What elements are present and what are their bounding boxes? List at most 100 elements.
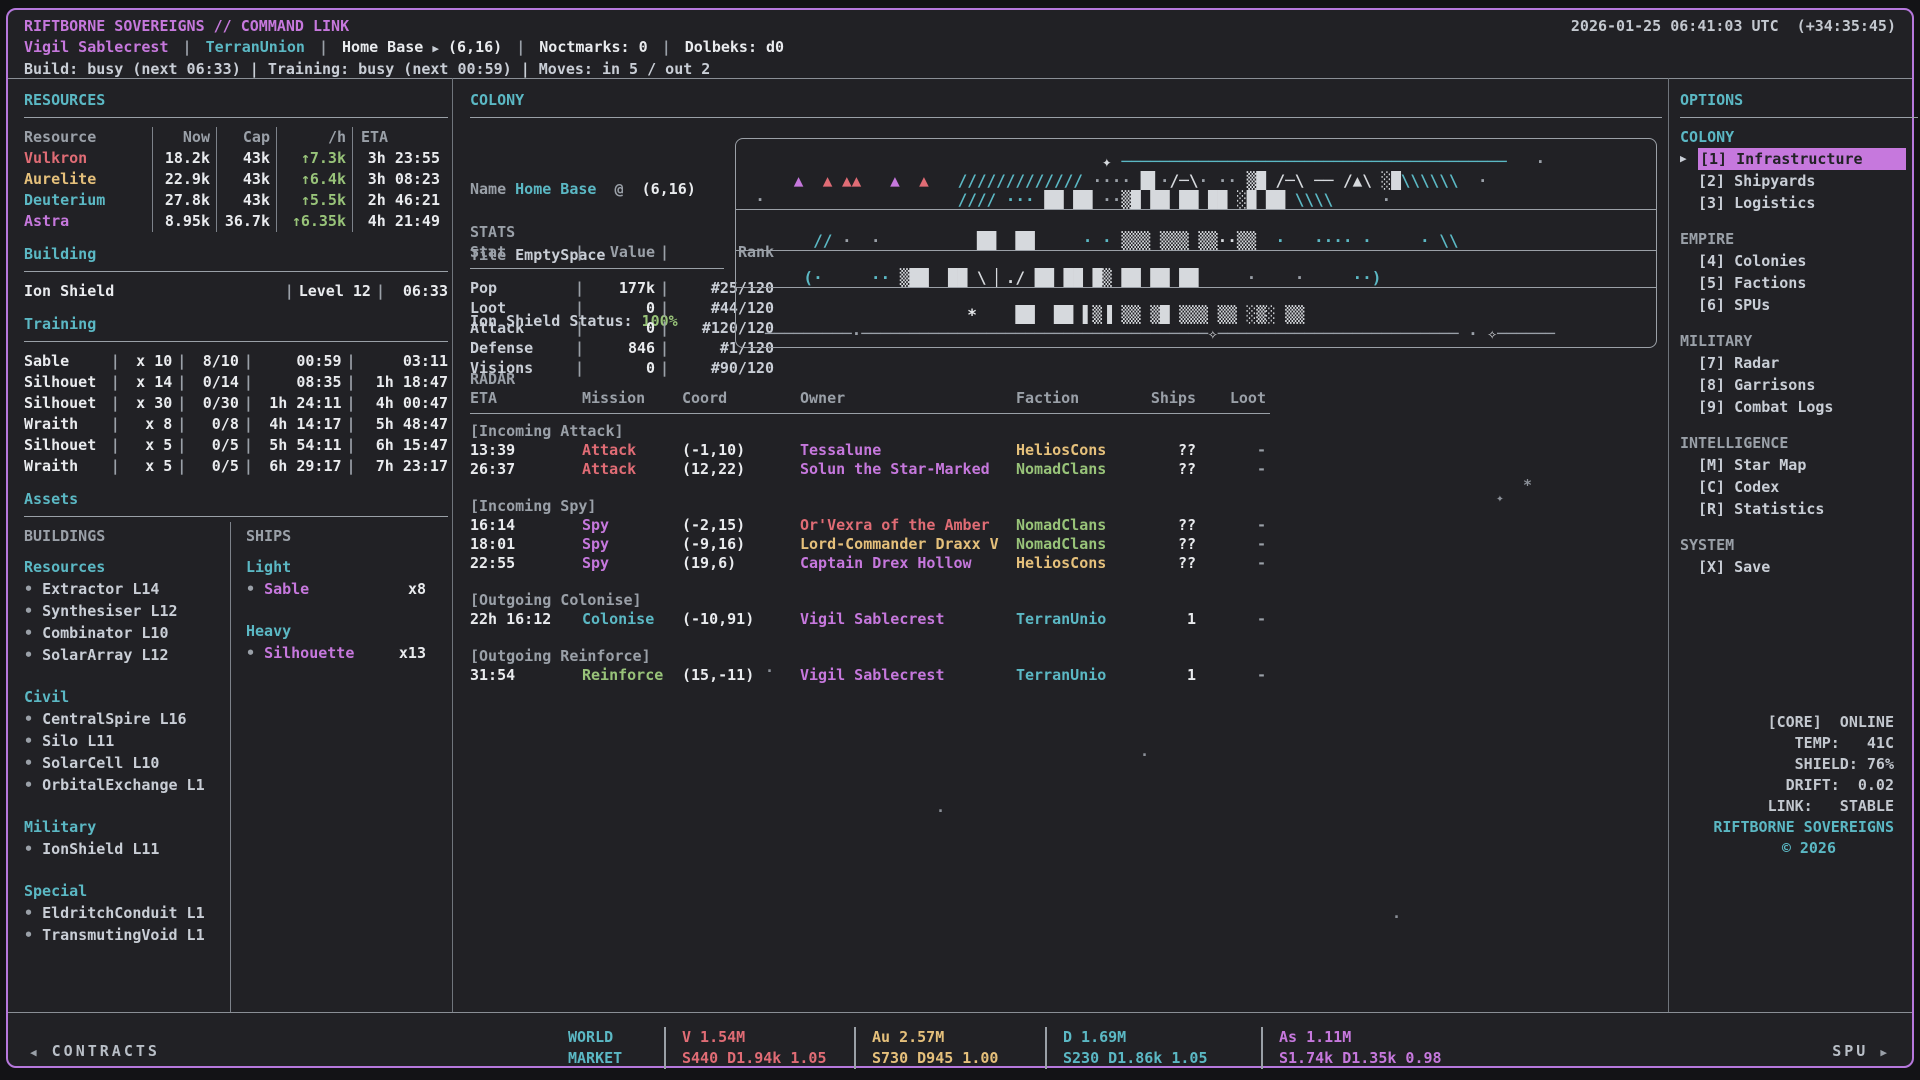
- loot: -: [1196, 610, 1266, 629]
- unit-total: 5h 48:47: [361, 414, 448, 435]
- building-item: EldritchConduit L1: [42, 904, 205, 922]
- unit-qty: x 30: [125, 393, 173, 414]
- market-title: WORLD MARKET: [568, 1027, 644, 1069]
- separator: |: [342, 351, 361, 372]
- bullet-icon: •: [24, 732, 33, 750]
- separator: |: [371, 281, 390, 302]
- menu-item-shipyards[interactable]: [2] Shipyards: [1680, 170, 1918, 192]
- spu-button[interactable]: SPU ▶: [1832, 1042, 1890, 1060]
- ship-count: x8: [408, 578, 426, 600]
- market-detail: S230 D1.86k 1.05: [1063, 1048, 1241, 1069]
- bullet-icon: •: [24, 624, 33, 642]
- group-header: SYSTEM: [1680, 535, 1918, 556]
- resource-cap: 43k: [216, 169, 276, 190]
- market-price: Au 2.57M: [872, 1027, 1025, 1048]
- loot: -: [1196, 666, 1266, 685]
- group-name: Special: [24, 881, 230, 902]
- list-item: • Combinator L10: [24, 622, 230, 644]
- menu-item-colonies[interactable]: [4] Colonies: [1680, 250, 1918, 272]
- right-arrow-icon: ▶: [1880, 1046, 1890, 1059]
- menu-item-factions[interactable]: [5] Factions: [1680, 272, 1918, 294]
- menu-item-radar[interactable]: [7] Radar: [1680, 352, 1918, 374]
- radar-title: RADAR: [470, 370, 1270, 389]
- mountain-icon: ▲: [823, 171, 833, 190]
- separator: |: [106, 351, 125, 372]
- market-price: V 1.54M: [682, 1027, 834, 1048]
- building-title: Building: [24, 244, 448, 265]
- menu-label: Garrisons: [1734, 376, 1815, 394]
- separator: |: [314, 38, 333, 56]
- menu-item-codex[interactable]: [C] Codex: [1680, 476, 1918, 498]
- resources-title: RESOURCES: [24, 90, 448, 111]
- menu-label: Radar: [1734, 354, 1779, 372]
- options-panel: OPTIONS COLONY ▶ [1] Infrastructure [2] …: [1680, 90, 1918, 593]
- menu-item-save[interactable]: [X] Save: [1680, 556, 1918, 578]
- group-header: MILITARY: [1680, 331, 1918, 352]
- menu-item-garrisons[interactable]: [8] Garrisons: [1680, 374, 1918, 396]
- radar-row: 18:01 Spy (-9,16) Lord-Commander Draxx V…: [470, 535, 1270, 554]
- list-item: • Silo L11: [24, 730, 230, 752]
- unit-qty: x 5: [125, 456, 173, 477]
- col-header-coord: Coord: [682, 389, 800, 408]
- ships: ??: [1138, 554, 1196, 573]
- coord: (15,-11): [682, 666, 800, 685]
- coord: (-1,10): [682, 441, 800, 460]
- building-item: SolarArray L12: [42, 646, 168, 664]
- eta: 18:01: [470, 535, 582, 554]
- separator: |: [570, 318, 589, 338]
- unit-name: Silhouet: [24, 435, 106, 456]
- options-group-system: SYSTEM [X] Save: [1680, 535, 1918, 578]
- mountain-icon: ▲: [794, 171, 804, 190]
- separator: |: [342, 456, 361, 477]
- coord: (-10,91): [682, 610, 800, 629]
- resources-table: Resource Now Cap /h ETA Vulkron 18.2k 43…: [24, 127, 448, 232]
- rule: [470, 268, 724, 269]
- menu-item-combat-logs[interactable]: [9] Combat Logs: [1680, 396, 1918, 418]
- group-name: Resources: [24, 557, 230, 578]
- market-entry-deuterium: D 1.69M S230 D1.86k 1.05: [1045, 1027, 1241, 1069]
- col-header-loot: Loot: [1196, 389, 1266, 408]
- brand-name: RIFTBORNE SOVEREIGNS: [1674, 817, 1894, 838]
- separator: |: [106, 372, 125, 393]
- separator: |: [172, 435, 191, 456]
- ships: ??: [1138, 516, 1196, 535]
- name-label: Name: [470, 180, 506, 198]
- menu-item-infrastructure[interactable]: ▶ [1] Infrastructure: [1680, 148, 1918, 170]
- world-market-bar: WORLD MARKET V 1.54M S440 D1.94k 1.05 Au…: [568, 1022, 1442, 1069]
- faction: HeliosCons: [1016, 554, 1138, 573]
- colony-name: Home Base: [515, 180, 596, 198]
- separator: |: [106, 435, 125, 456]
- owner: Solun the Star-Marked: [800, 460, 1016, 479]
- bullet-icon: •: [24, 926, 33, 944]
- header-status-line2: Build: busy (next 06:33) | Training: bus…: [24, 59, 1896, 80]
- list-item: • SolarArray L12: [24, 644, 230, 666]
- training-row: Wraith| x 5| 0/5| 6h 29:17| 7h 23:17: [24, 456, 448, 477]
- separator: |: [239, 351, 258, 372]
- menu-item-statistics[interactable]: [R] Statistics: [1680, 498, 1918, 520]
- ship-name: Sable: [264, 580, 309, 598]
- market-entry-astra: As 1.11M S1.74k D1.35k 0.98: [1261, 1027, 1442, 1069]
- owner: Or'Vexra of the Amber: [800, 516, 1016, 535]
- unit-qty: x 10: [125, 351, 173, 372]
- loot: -: [1196, 441, 1266, 460]
- options-group-military: MILITARY [7] Radar [8] Garrisons [9] Com…: [1680, 331, 1918, 418]
- left-panel: RESOURCES Resource Now Cap /h ETA Vulkro…: [24, 90, 448, 967]
- menu-item-spus[interactable]: [6] SPUs: [1680, 294, 1918, 316]
- resource-now: 8.95k: [152, 211, 216, 232]
- separator: |: [106, 393, 125, 414]
- art-band-3: (· ·· ▒██ ██ \ ▏./ ██ ██ █▒ ██ ██ ██ · ·…: [736, 250, 1656, 287]
- assets-title: Assets: [24, 489, 448, 510]
- contracts-button[interactable]: ◀ CONTRACTS: [30, 1042, 160, 1060]
- col-header-mission: Mission: [582, 389, 682, 408]
- ships-header: SHIPS: [246, 526, 448, 547]
- separator: |: [570, 338, 589, 358]
- separator: |: [172, 351, 191, 372]
- stat-name: Attack: [470, 318, 570, 338]
- owner: Lord-Commander Draxx V: [800, 535, 1016, 554]
- menu-item-logistics[interactable]: [3] Logistics: [1680, 192, 1918, 214]
- col-header-cap: Cap: [216, 127, 276, 148]
- colony-header: COLONY: [470, 90, 1662, 127]
- menu-item-star-map[interactable]: [M] Star Map: [1680, 454, 1918, 476]
- unit-next: 1h 24:11: [258, 393, 342, 414]
- unit-next: 08:35: [258, 372, 342, 393]
